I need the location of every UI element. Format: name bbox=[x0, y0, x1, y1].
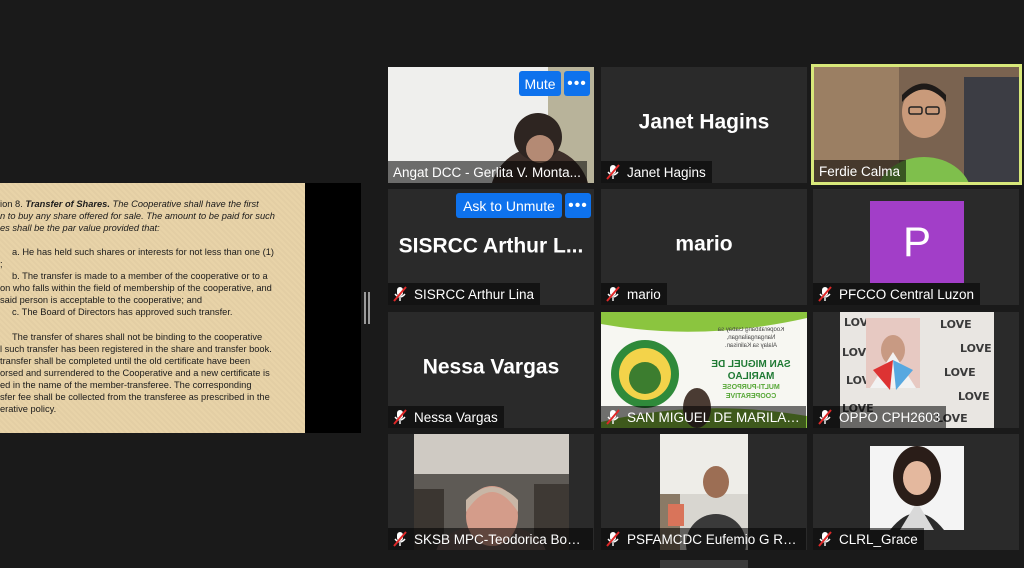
ask-to-unmute-button[interactable]: Ask to Unmute bbox=[456, 193, 562, 218]
participant-tile-active-speaker[interactable]: Ferdie Calma bbox=[811, 64, 1022, 185]
doc-heading: ion 8. Transfer of Shares. The Cooperati… bbox=[0, 199, 259, 209]
mic-muted-icon bbox=[393, 286, 407, 302]
mic-muted-icon bbox=[393, 409, 407, 425]
doc-line: b. The transfer is made to a member of t… bbox=[12, 271, 268, 281]
doc-line: ; bbox=[0, 259, 3, 269]
more-options-button[interactable]: ••• bbox=[564, 71, 590, 96]
shared-document: ion 8. Transfer of Shares. The Cooperati… bbox=[0, 183, 305, 433]
participant-tile[interactable]: PSFAMCDC Eufemio G Ru... bbox=[601, 434, 807, 550]
participant-nameplate: SAN MIGUEL DE MARILAO... bbox=[601, 406, 806, 428]
mic-muted-icon bbox=[818, 286, 832, 302]
svg-text:LOVE: LOVE bbox=[958, 390, 990, 403]
participant-name: Ferdie Calma bbox=[819, 163, 901, 179]
doc-line: orsed and surrendered to the Cooperative… bbox=[0, 368, 270, 378]
participant-nameplate: PSFAMCDC Eufemio G Ru... bbox=[601, 528, 806, 550]
participant-name: SKSB MPC-Teodorica Bonif... bbox=[414, 531, 587, 547]
doc-line: c. The Board of Directors has approved s… bbox=[12, 307, 233, 317]
participant-nameplate: PFCCO Central Luzon bbox=[813, 283, 981, 305]
participant-nameplate: mario bbox=[601, 283, 667, 305]
participant-nameplate: SKSB MPC-Teodorica Bonif... bbox=[388, 528, 593, 550]
participant-nameplate: SISRCC Arthur Lina bbox=[388, 283, 541, 305]
mic-muted-icon bbox=[606, 531, 620, 547]
more-options-button[interactable]: ••• bbox=[565, 193, 591, 218]
participant-tile[interactable]: SKSB MPC-Teodorica Bonif... bbox=[388, 434, 594, 550]
resize-splitter[interactable] bbox=[364, 292, 370, 324]
mic-muted-icon bbox=[818, 409, 832, 425]
doc-line: a. He has held such shares or interests … bbox=[12, 247, 275, 257]
banner-text: SAN MIGUEL DE MARILAO MULTI-PURPOSE COOP… bbox=[711, 359, 791, 400]
svg-text:LOVE: LOVE bbox=[960, 342, 992, 355]
doc-line: on who falls within the field of members… bbox=[0, 283, 272, 293]
participant-tile[interactable]: LOVELOVE LOVELOVE LOVELOVE LOVELOVE LOVE… bbox=[813, 312, 1019, 428]
participant-name: Nessa Vargas bbox=[414, 409, 498, 425]
doc-line: sfer fee shall be collected from the tra… bbox=[0, 392, 270, 402]
participant-name: SISRCC Arthur Lina bbox=[414, 286, 535, 302]
participant-nameplate: OPPO CPH2603 bbox=[813, 406, 947, 428]
participant-display-name: Nessa Vargas bbox=[422, 355, 560, 379]
banner-tagline: Kooperatibang Gabay sa Nangangailangan, … bbox=[717, 327, 785, 349]
participant-tile[interactable]: CLRL_Grace bbox=[813, 434, 1019, 550]
participant-name: mario bbox=[627, 286, 661, 302]
participant-name: Janet Hagins bbox=[627, 164, 706, 180]
svg-text:LOVE: LOVE bbox=[940, 318, 972, 331]
participant-name: CLRL_Grace bbox=[839, 531, 918, 547]
mic-muted-icon bbox=[606, 286, 620, 302]
svg-text:LOVE: LOVE bbox=[944, 366, 976, 379]
participant-tile[interactable]: Mute ••• Angat DCC - Gerlita V. Monta... bbox=[388, 67, 594, 183]
avatar: P bbox=[870, 201, 964, 283]
doc-line: n to buy any share offered for sale. The… bbox=[0, 211, 275, 221]
participant-nameplate: Janet Hagins bbox=[601, 161, 712, 183]
participant-name: PSFAMCDC Eufemio G Ru... bbox=[627, 531, 800, 547]
doc-line: es shall be the par value provided that: bbox=[0, 223, 160, 233]
participant-nameplate: CLRL_Grace bbox=[813, 528, 924, 550]
doc-line: l such transfer has been registered in t… bbox=[0, 344, 272, 354]
doc-line: ed in the name of the member-transferee.… bbox=[0, 380, 252, 390]
participant-display-name: mario bbox=[675, 232, 733, 256]
shared-screen: ion 8. Transfer of Shares. The Cooperati… bbox=[0, 183, 361, 433]
participant-nameplate: Nessa Vargas bbox=[388, 406, 504, 428]
mute-button[interactable]: Mute bbox=[519, 71, 561, 96]
participant-photo bbox=[870, 446, 964, 530]
participant-nameplate: Angat DCC - Gerlita V. Monta... bbox=[388, 161, 587, 183]
doc-line: The transfer of shares shall not be bind… bbox=[12, 332, 263, 342]
bottom-toolbar-edge bbox=[660, 560, 748, 568]
doc-line: said person is acceptable to the coopera… bbox=[0, 295, 203, 305]
participant-name: PFCCO Central Luzon bbox=[839, 286, 975, 302]
participant-name: Angat DCC - Gerlita V. Monta... bbox=[393, 164, 581, 180]
participant-display-name: SISRCC Arthur L... bbox=[398, 234, 584, 258]
participant-tile[interactable]: mario mario bbox=[601, 189, 807, 305]
mic-muted-icon bbox=[606, 164, 620, 180]
participant-tile[interactable]: Ask to Unmute ••• SISRCC Arthur L... SIS… bbox=[388, 189, 594, 305]
participant-name: OPPO CPH2603 bbox=[839, 409, 941, 425]
mic-muted-icon bbox=[818, 531, 832, 547]
participant-tile[interactable]: Nessa Vargas Nessa Vargas bbox=[388, 312, 594, 428]
doc-line: transfer shall be completed until the ol… bbox=[0, 356, 251, 366]
participant-display-name: Janet Hagins bbox=[638, 110, 770, 134]
participant-name: SAN MIGUEL DE MARILAO... bbox=[627, 409, 800, 425]
participant-nameplate: Ferdie Calma bbox=[814, 160, 907, 182]
participant-tile[interactable]: SAN MIGUEL DE MARILAO MULTI-PURPOSE COOP… bbox=[601, 312, 807, 428]
participant-tile[interactable]: P PFCCO Central Luzon bbox=[813, 189, 1019, 305]
mic-muted-icon bbox=[606, 409, 620, 425]
doc-line: erative policy. bbox=[0, 404, 57, 414]
participant-tile[interactable]: Janet Hagins Janet Hagins bbox=[601, 67, 807, 183]
mic-muted-icon bbox=[393, 531, 407, 547]
